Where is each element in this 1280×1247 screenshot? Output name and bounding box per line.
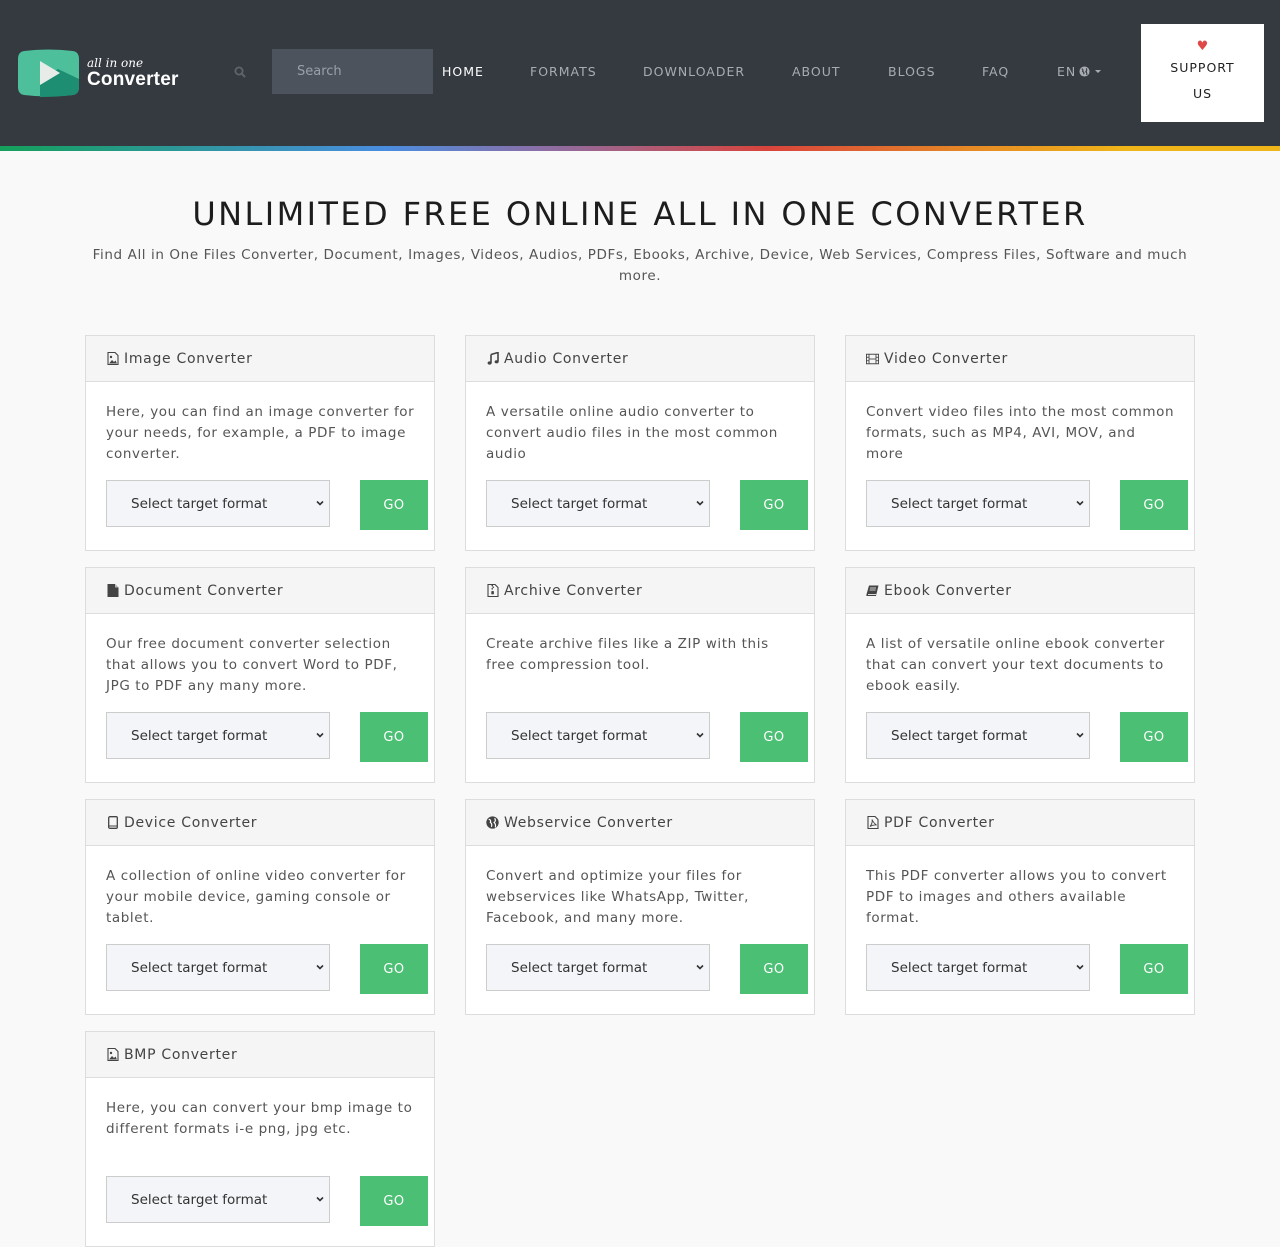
target-format-select[interactable]: Select target format [106, 480, 330, 527]
card-title[interactable]: Device Converter [124, 815, 257, 831]
go-button[interactable]: GO [740, 480, 808, 530]
target-format-select[interactable]: Select target format [486, 944, 710, 991]
card-title[interactable]: Webservice Converter [504, 815, 673, 831]
go-button[interactable]: GO [1120, 480, 1188, 530]
tablet-icon [106, 816, 119, 829]
globe-icon [486, 816, 499, 829]
go-button[interactable]: GO [360, 1176, 428, 1226]
go-button[interactable]: GO [360, 944, 428, 994]
page-title: UNLIMITED FREE ONLINE ALL IN ONE CONVERT… [192, 195, 1088, 233]
globe-icon [1079, 66, 1090, 77]
document-icon [106, 584, 119, 597]
nav-blogs[interactable]: BLOGS [888, 64, 936, 79]
audio-converter-card: Audio Converter A versatile online audio … [465, 335, 815, 551]
go-button[interactable]: GO [740, 712, 808, 762]
nav-downloader[interactable]: DOWNLOADER [643, 64, 745, 79]
book-icon [866, 584, 879, 597]
go-button[interactable]: GO [1120, 712, 1188, 762]
card-title[interactable]: Document Converter [124, 583, 283, 599]
logo-tagline: all in one [87, 56, 144, 70]
card-title[interactable]: PDF Converter [884, 815, 995, 831]
logo-play-icon [18, 49, 79, 97]
target-format-select[interactable]: Select target format [866, 480, 1090, 527]
nav-formats[interactable]: FORMATS [530, 64, 597, 79]
go-button[interactable]: GO [360, 480, 428, 530]
card-title[interactable]: Image Converter [124, 351, 253, 367]
target-format-select[interactable]: Select target format [106, 944, 330, 991]
target-format-select[interactable]: Select target format [866, 944, 1090, 991]
video-converter-card: Video Converter Convert video files into … [845, 335, 1195, 551]
site-logo[interactable]: all in one Converter [18, 49, 179, 97]
chevron-down-icon [1095, 70, 1102, 73]
nav-about[interactable]: ABOUT [792, 64, 841, 79]
card-description: A versatile online audio converter to co… [486, 404, 778, 462]
card-description: Here, you can find an image converter fo… [106, 404, 415, 462]
card-header: Archive Converter [466, 568, 814, 614]
card-description: A list of versatile online ebook convert… [866, 636, 1165, 694]
language-dropdown[interactable]: EN [1057, 64, 1102, 79]
page-subtitle: Find All in One Files Converter, Documen… [92, 247, 1188, 284]
archive-file-icon [486, 584, 499, 597]
card-description: Create archive files like a ZIP with thi… [486, 636, 769, 673]
card-description: Convert and optimize your files for webs… [486, 868, 750, 926]
support-us-button[interactable]: ♥ SUPPORT US [1141, 24, 1264, 122]
card-description: Here, you can convert your bmp image to … [106, 1100, 413, 1137]
go-button[interactable]: GO [360, 712, 428, 762]
go-button[interactable]: GO [1120, 944, 1188, 994]
image-converter-card: Image Converter Here, you can find an ima… [85, 335, 435, 551]
card-header: BMP Converter [86, 1032, 434, 1078]
logo-name: Converter [87, 69, 179, 90]
search-input[interactable] [272, 49, 433, 94]
webservice-converter-card: Webservice Converter Convert and optimize… [465, 799, 815, 1015]
support-label-line1: SUPPORT [1170, 60, 1235, 75]
card-title[interactable]: Video Converter [884, 351, 1008, 367]
card-description: A collection of online video converter f… [106, 868, 406, 926]
card-title[interactable]: Archive Converter [504, 583, 642, 599]
go-button[interactable]: GO [740, 944, 808, 994]
card-title[interactable]: BMP Converter [124, 1047, 237, 1063]
document-converter-card: Document Converter Our free document conv… [85, 567, 435, 783]
image-file-icon [106, 1048, 119, 1061]
support-label-line2: US [1192, 86, 1213, 101]
card-header: Ebook Converter [846, 568, 1194, 614]
card-header: Image Converter [86, 336, 434, 382]
site-header: all in one Converter HOME FORMATS DOWNLO… [0, 0, 1280, 146]
card-header: PDF Converter [846, 800, 1194, 846]
bmp-converter-card: BMP Converter Here, you can convert your … [85, 1031, 435, 1247]
target-format-select[interactable]: Select target format [486, 712, 710, 759]
search-icon[interactable] [234, 66, 246, 78]
nav-faq[interactable]: FAQ [982, 64, 1009, 79]
card-title[interactable]: Audio Converter [504, 351, 628, 367]
image-file-icon [106, 352, 119, 365]
pdf-file-icon [866, 816, 879, 829]
language-label: EN [1057, 64, 1077, 79]
card-description: Convert video files into the most common… [866, 404, 1175, 462]
device-converter-card: Device Converter A collection of online v… [85, 799, 435, 1015]
target-format-select[interactable]: Select target format [486, 480, 710, 527]
nav-home[interactable]: HOME [442, 64, 484, 79]
film-icon [866, 352, 879, 365]
card-description: This PDF converter allows you to convert… [866, 868, 1167, 926]
target-format-select[interactable]: Select target format [106, 712, 330, 759]
archive-converter-card: Archive Converter Create archive files li… [465, 567, 815, 783]
card-header: Device Converter [86, 800, 434, 846]
card-header: Video Converter [846, 336, 1194, 382]
target-format-select[interactable]: Select target format [106, 1176, 330, 1223]
target-format-select[interactable]: Select target format [866, 712, 1090, 759]
pdf-converter-card: PDF Converter This PDF converter allows y… [845, 799, 1195, 1015]
music-icon [486, 352, 499, 365]
card-description: Our free document converter selection th… [106, 636, 398, 694]
card-title[interactable]: Ebook Converter [884, 583, 1012, 599]
ebook-converter-card: Ebook Converter A list of versatile onlin… [845, 567, 1195, 783]
card-header: Audio Converter [466, 336, 814, 382]
card-header: Document Converter [86, 568, 434, 614]
heart-icon: ♥ [1196, 39, 1209, 54]
header-gradient-divider [0, 146, 1280, 151]
card-header: Webservice Converter [466, 800, 814, 846]
